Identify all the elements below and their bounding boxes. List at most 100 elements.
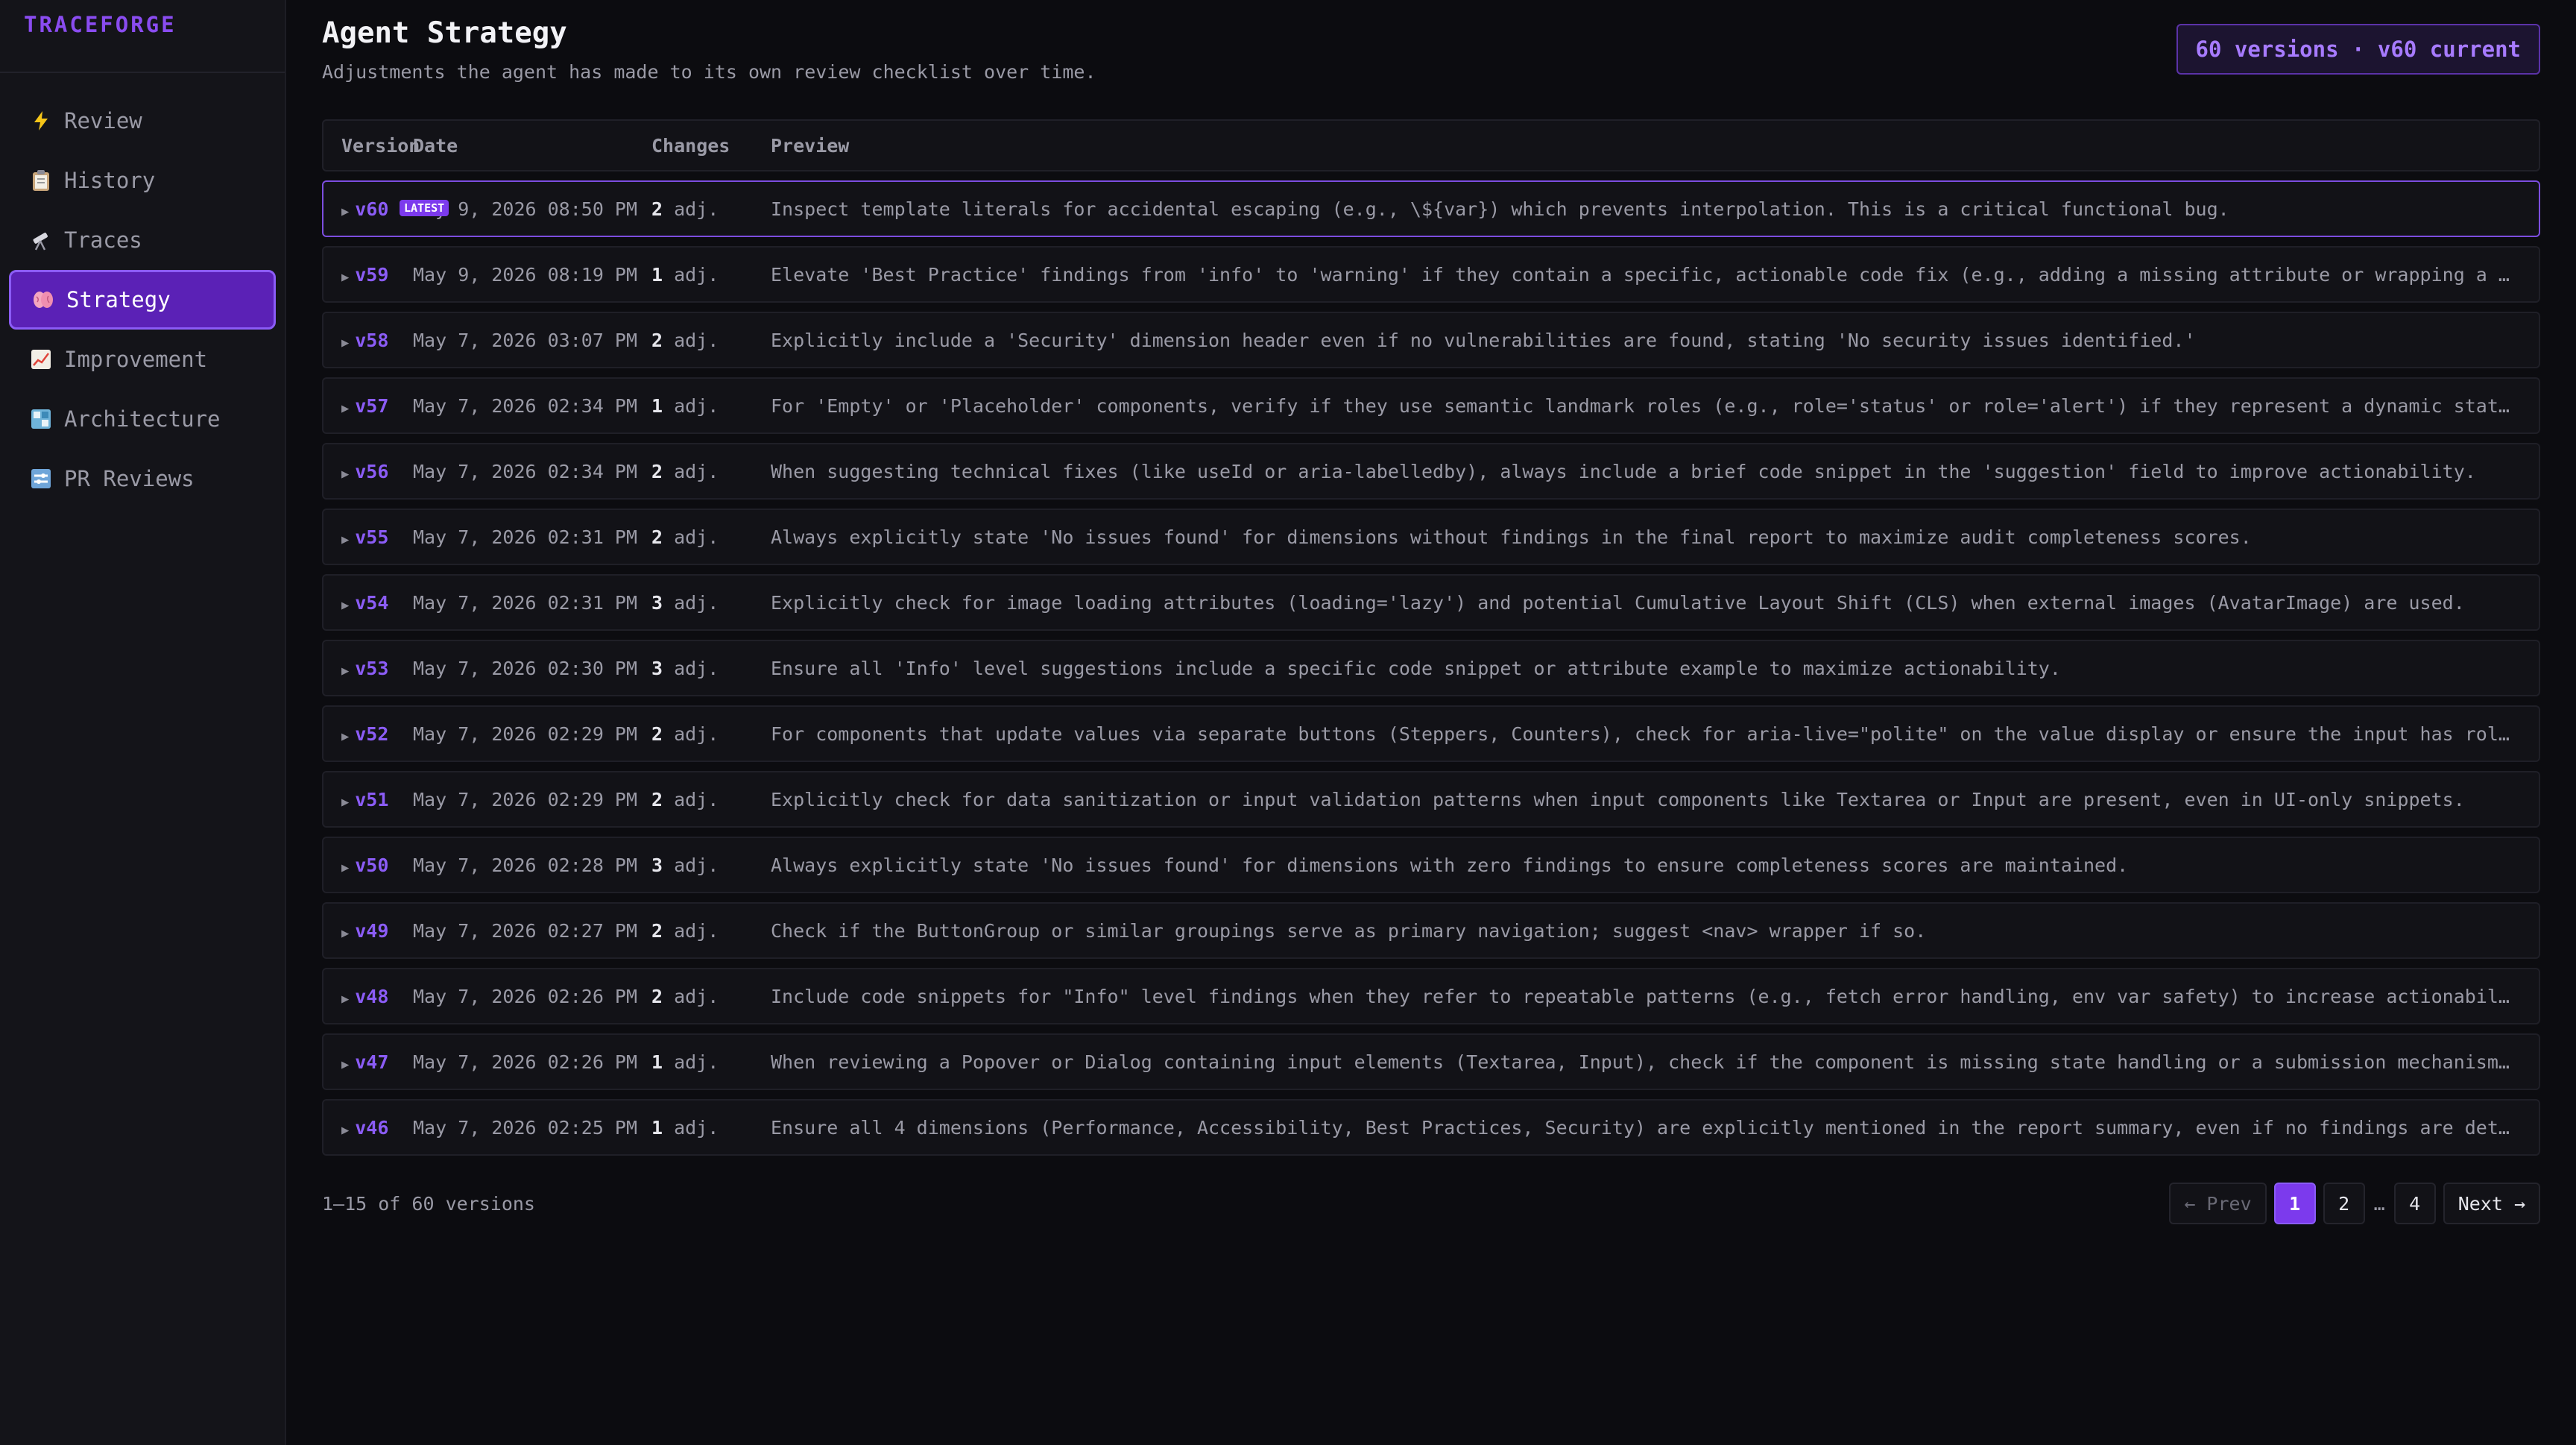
date-cell: May 7, 2026 02:29 PM [413,722,638,745]
expand-caret-icon[interactable]: ▶ [341,795,349,810]
table-row[interactable]: ▶ v60 May 9, 2026 08:50 PM 2 adj. Inspect te… [322,180,2540,237]
sidebar-item-label: Review [64,108,142,133]
table-row[interactable]: ▶ v56 May 7, 2026 02:34 PM 2 adj. When sugge… [322,443,2540,500]
telescope-icon [27,230,55,251]
next-page-button[interactable]: Next → [2443,1183,2540,1224]
preview-cell: Elevate 'Best Practice' findings from 'i… [771,263,2539,286]
preview-cell: Ensure all 'Info' level suggestions incl… [771,657,2061,679]
sidebar-item-improvement[interactable]: Improvement [9,330,276,389]
expand-caret-icon[interactable]: ▶ [341,336,349,350]
brand-name: TRACEFORGE [24,12,177,37]
sidebar-item-architecture[interactable]: Architecture [9,389,276,449]
table-row[interactable]: ▶ v53 May 7, 2026 02:30 PM 3 adj. Ensure all… [322,640,2540,696]
preview-cell: Explicitly include a 'Security' dimensio… [771,329,2196,351]
changes-cell: 2 adj. [651,526,771,548]
expand-caret-icon[interactable]: ▶ [341,1123,349,1138]
sidebar-item-pr-reviews[interactable]: PR Reviews [9,449,276,509]
table-header: Version Date Changes Preview [322,119,2540,171]
version-cell: ▶ v53 [323,658,413,679]
table-row[interactable]: ▶ v54 May 7, 2026 02:31 PM 3 adj. Explicitly… [322,574,2540,631]
sidebar-item-label: Traces [64,227,142,253]
expand-caret-icon[interactable]: ▶ [341,270,349,285]
changes-count: 2 [651,722,663,745]
sidebar-item-review[interactable]: Review [9,91,276,151]
table-row[interactable]: ▶ v52 May 7, 2026 02:29 PM 2 adj. For compon… [322,705,2540,762]
version-number: v60 [355,198,389,220]
date-cell: May 7, 2026 02:34 PM [413,394,638,417]
date-cell: May 7, 2026 02:31 PM [413,526,638,548]
page-button-2[interactable]: 2 [2323,1183,2365,1224]
brain-icon [29,290,57,309]
version-number: v57 [355,394,389,417]
date-cell: May 7, 2026 03:07 PM [413,329,638,351]
changes-cell: 2 adj. [651,986,771,1007]
table-row[interactable]: ▶ v51 May 7, 2026 02:29 PM 2 adj. Explicitly… [322,771,2540,828]
changes-suffix: adj. [674,263,719,286]
changes-cell: 3 adj. [651,592,771,614]
page-button-1[interactable]: 1 [2273,1183,2316,1224]
expand-caret-icon[interactable]: ▶ [341,467,349,482]
map-icon [27,409,55,429]
expand-caret-icon[interactable]: ▶ [341,1057,349,1072]
changes-suffix: adj. [674,788,719,810]
preview-cell: Always explicitly state 'No issues found… [771,526,2252,548]
version-cell: ▶ v58 [323,330,413,351]
sidebar-nav: Review History Traces Strategy Improveme… [0,73,285,509]
expand-caret-icon[interactable]: ▶ [341,664,349,679]
expand-caret-icon[interactable]: ▶ [341,401,349,416]
changes-suffix: adj. [674,329,719,351]
version-number: v47 [355,1051,389,1073]
expand-caret-icon[interactable]: ▶ [341,926,349,941]
expand-caret-icon[interactable]: ▶ [341,532,349,547]
table-row[interactable]: ▶ v49 May 7, 2026 02:27 PM 2 adj. Check if t… [322,902,2540,959]
sidebar-item-history[interactable]: History [9,151,276,210]
version-cell: ▶ v52 [323,723,413,745]
changes-suffix: adj. [674,1116,719,1139]
changes-count: 3 [651,591,663,614]
changes-count: 2 [651,329,663,351]
expand-caret-icon[interactable]: ▶ [341,204,349,219]
changes-cell: 1 adj. [651,395,771,417]
version-number: v56 [355,460,389,482]
versions-badge: 60 versions · v60 current [2176,24,2540,75]
expand-caret-icon[interactable]: ▶ [341,992,349,1007]
table-row[interactable]: ▶ v55 May 7, 2026 02:31 PM 2 adj. Always exp… [322,509,2540,565]
brand-logo[interactable]: TRACEFORGE [0,0,285,73]
table-row[interactable]: ▶ v59 May 9, 2026 08:19 PM 1 adj. Elevate 'B… [322,246,2540,303]
table-row[interactable]: ▶ v47 May 7, 2026 02:26 PM 1 adj. When revie… [322,1033,2540,1090]
expand-caret-icon[interactable]: ▶ [341,729,349,744]
changes-cell: 2 adj. [651,723,771,745]
changes-cell: 1 adj. [651,1051,771,1073]
sidebar-item-strategy[interactable]: Strategy [9,270,276,330]
changes-suffix: adj. [674,657,719,679]
changes-cell: 2 adj. [651,461,771,482]
lightning-icon [27,110,55,131]
page-button-4[interactable]: 4 [2393,1183,2436,1224]
date-cell: May 7, 2026 02:26 PM [413,1051,638,1073]
changes-count: 2 [651,985,663,1007]
expand-caret-icon[interactable]: ▶ [341,860,349,875]
table-row[interactable]: ▶ v57 May 7, 2026 02:34 PM 1 adj. For 'Empty… [322,377,2540,434]
table-row[interactable]: ▶ v46 May 7, 2026 02:25 PM 1 adj. Ensure all… [322,1099,2540,1156]
table-row[interactable]: ▶ v50 May 7, 2026 02:28 PM 3 adj. Always exp… [322,837,2540,893]
pagination-ellipsis: … [2373,1192,2385,1215]
page-subtitle: Adjustments the agent has made to its ow… [322,61,1096,83]
changes-cell: 2 adj. [651,330,771,351]
table-row[interactable]: ▶ v48 May 7, 2026 02:26 PM 2 adj. Include co… [322,968,2540,1024]
version-cell: ▶ v55 [323,526,413,548]
sidebar: TRACEFORGE Review History Traces Strateg… [0,0,286,1445]
changes-suffix: adj. [674,854,719,876]
table-row[interactable]: ▶ v58 May 7, 2026 03:07 PM 2 adj. Explicitly… [322,312,2540,368]
column-header-changes: Changes [651,134,730,157]
changes-count: 3 [651,657,663,679]
preview-cell: Always explicitly state 'No issues found… [771,854,2129,876]
changes-count: 2 [651,919,663,942]
expand-caret-icon[interactable]: ▶ [341,598,349,613]
prev-page-button[interactable]: ← Prev [2169,1183,2267,1224]
version-cell: ▶ v48 [323,986,413,1007]
sidebar-item-traces[interactable]: Traces [9,210,276,270]
switch-icon [27,468,55,489]
changes-cell: 2 adj. [651,198,771,220]
changes-cell: 3 adj. [651,658,771,679]
changes-suffix: adj. [674,526,719,548]
